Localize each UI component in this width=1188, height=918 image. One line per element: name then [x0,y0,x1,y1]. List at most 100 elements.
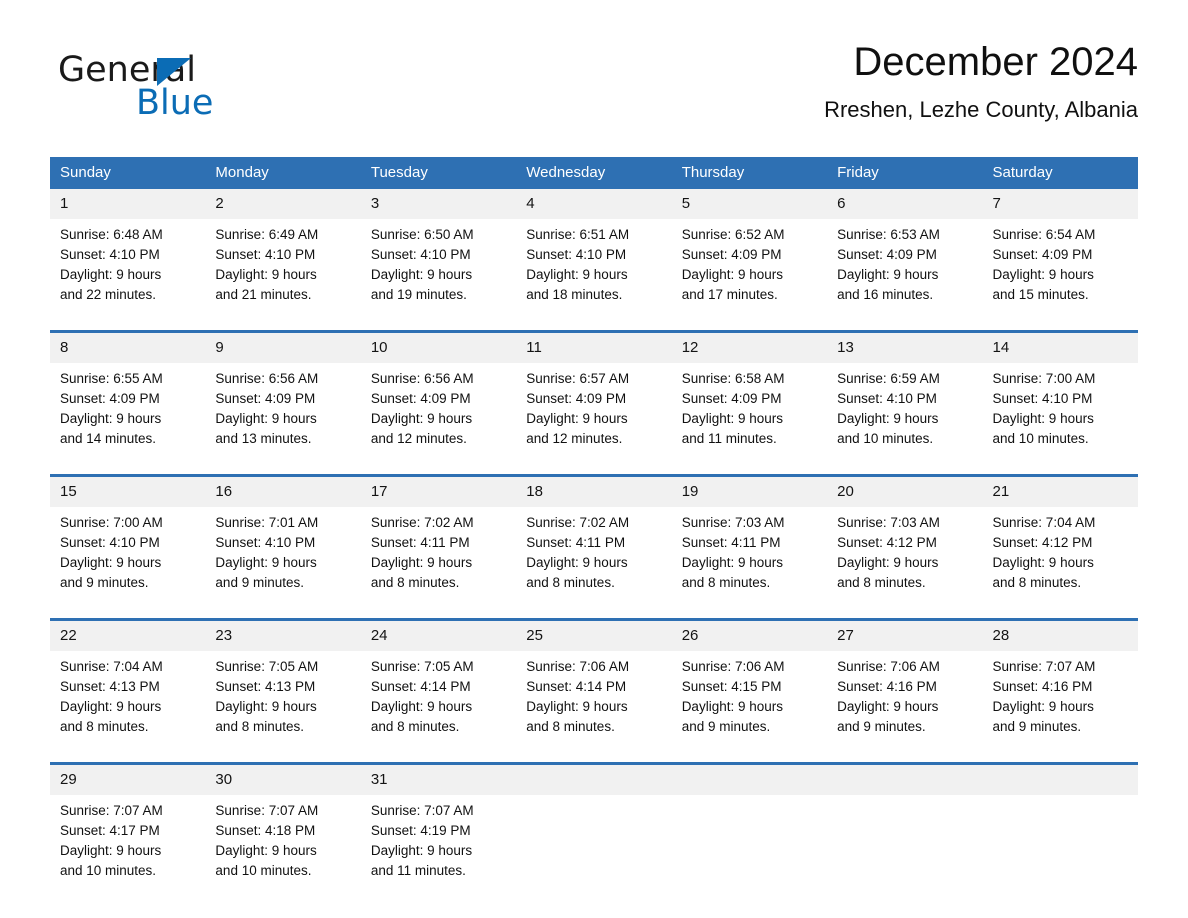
day-sun-info: Sunrise: 7:05 AM Sunset: 4:14 PM Daylight:… [361,651,516,737]
daylight-text-line1: Daylight: 9 hours [526,411,628,426]
sunset-text: Sunset: 4:10 PM [526,247,627,262]
calendar-day-cell[interactable]: 1 Sunrise: 6:48 AM Sunset: 4:10 PM Daylight… [50,189,206,319]
day-number: 11 [516,333,672,363]
day-sun-info: Sunrise: 7:05 AM Sunset: 4:13 PM Daylight:… [205,651,360,737]
daylight-text-line2: and 8 minutes. [526,575,615,590]
sunrise-text: Sunrise: 6:48 AM [60,227,163,242]
daylight-text-line1: Daylight: 9 hours [60,267,162,282]
day-sun-info: Sunrise: 7:07 AM Sunset: 4:18 PM Daylight:… [205,795,360,881]
calendar-day-cell[interactable]: 27 Sunrise: 7:06 AM Sunset: 4:16 PM Dayligh… [827,621,983,751]
calendar-day-cell[interactable]: 2 Sunrise: 6:49 AM Sunset: 4:10 PM Daylight… [205,189,361,319]
sunset-text: Sunset: 4:10 PM [60,247,160,262]
weekday-header-tuesday: Tuesday [370,164,428,181]
day-sun-info: Sunrise: 7:01 AM Sunset: 4:10 PM Daylight:… [205,507,360,593]
calendar-day-cell[interactable]: 23 Sunrise: 7:05 AM Sunset: 4:13 PM Dayligh… [205,621,361,751]
day-number: 20 [827,477,983,507]
day-sun-info: Sunrise: 7:02 AM Sunset: 4:11 PM Daylight:… [361,507,516,593]
calendar-day-cell[interactable]: 9 Sunrise: 6:56 AM Sunset: 4:09 PM Daylight… [205,333,361,463]
sunset-text: Sunset: 4:14 PM [526,679,627,694]
daylight-text-line2: and 8 minutes. [681,575,771,590]
daylight-text-line1: Daylight: 9 hours [60,843,162,858]
daylight-text-line2: and 10 minutes. [992,431,1089,446]
sunset-text: Sunset: 4:19 PM [370,823,471,838]
sunset-text: Sunset: 4:11 PM [370,535,470,550]
sunset-text: Sunset: 4:13 PM [60,679,160,694]
sunset-text: Sunset: 4:14 PM [370,679,471,694]
day-number: 1 [50,189,206,219]
daylight-text-line1: Daylight: 9 hours [370,555,473,570]
day-number: 7 [982,189,1138,219]
day-number: 8 [50,333,206,363]
calendar-day-cell[interactable]: 12 Sunrise: 6:58 AM Sunset: 4:09 PM Dayligh… [671,333,828,463]
daylight-text-line1: Daylight: 9 hours [837,267,939,282]
daylight-text-line2: and 9 minutes. [215,575,304,590]
day-sun-info: Sunrise: 7:00 AM Sunset: 4:10 PM Daylight:… [983,363,1138,449]
calendar-day-cell[interactable]: 29 Sunrise: 7:07 AM Sunset: 4:17 PM Dayligh… [50,765,206,895]
day-sun-info [827,795,982,801]
calendar-day-cell[interactable]: 24 Sunrise: 7:05 AM Sunset: 4:14 PM Dayligh… [360,621,517,751]
calendar-day-cell[interactable]: 19 Sunrise: 7:03 AM Sunset: 4:11 PM Dayligh… [671,477,828,607]
calendar-day-cell[interactable]: 17 Sunrise: 7:02 AM Sunset: 4:11 PM Dayligh… [360,477,517,607]
sunrise-text: Sunrise: 6:54 AM [992,227,1096,242]
day-number: 3 [360,189,517,219]
daylight-text-line2: and 17 minutes. [681,287,778,302]
sunrise-text: Sunrise: 7:07 AM [215,803,319,818]
sunset-text: Sunset: 4:10 PM [837,391,937,406]
calendar-day-cell[interactable]: 28 Sunrise: 7:07 AM Sunset: 4:16 PM Dayligh… [982,621,1138,751]
daylight-text-line1: Daylight: 9 hours [681,555,783,570]
sunset-text: Sunset: 4:09 PM [992,247,1093,262]
daylight-text-line1: Daylight: 9 hours [60,699,162,714]
sunrise-text: Sunrise: 7:03 AM [681,515,785,530]
calendar-day-cell[interactable]: 18 Sunrise: 7:02 AM Sunset: 4:11 PM Dayligh… [516,477,672,607]
day-number: 5 [671,189,828,219]
calendar-day-cell[interactable]: 25 Sunrise: 7:06 AM Sunset: 4:14 PM Dayligh… [516,621,672,751]
daylight-text-line2: and 11 minutes. [681,431,777,446]
day-number: 2 [205,189,361,219]
calendar-day-cell[interactable]: 11 Sunrise: 6:57 AM Sunset: 4:09 PM Dayligh… [516,333,672,463]
calendar-day-cell[interactable]: 30 Sunrise: 7:07 AM Sunset: 4:18 PM Dayligh… [205,765,361,895]
calendar-week-row: 1 Sunrise: 6:48 AM Sunset: 4:10 PM Daylight… [50,189,1138,319]
daylight-text-line1: Daylight: 9 hours [681,699,783,714]
calendar-day-cell[interactable]: 16 Sunrise: 7:01 AM Sunset: 4:10 PM Dayligh… [205,477,361,607]
sunset-text: Sunset: 4:10 PM [370,247,471,262]
sunrise-text: Sunrise: 7:07 AM [370,803,474,818]
sunrise-text: Sunrise: 6:56 AM [370,371,474,386]
calendar-day-cell[interactable]: 3 Sunrise: 6:50 AM Sunset: 4:10 PM Daylight… [360,189,517,319]
calendar-day-cell[interactable]: 7 Sunrise: 6:54 AM Sunset: 4:09 PM Daylight… [982,189,1138,319]
day-number: 29 [50,765,206,795]
sunset-text: Sunset: 4:09 PM [60,391,160,406]
sunset-text: Sunset: 4:10 PM [215,535,316,550]
daylight-text-line1: Daylight: 9 hours [992,411,1094,426]
day-sun-info: Sunrise: 7:07 AM Sunset: 4:17 PM Daylight:… [50,795,205,881]
sunrise-text: Sunrise: 7:03 AM [837,515,940,530]
daylight-text-line1: Daylight: 9 hours [370,843,473,858]
calendar-day-cell[interactable]: 20 Sunrise: 7:03 AM Sunset: 4:12 PM Dayligh… [827,477,983,607]
day-sun-info: Sunrise: 6:48 AM Sunset: 4:10 PM Daylight:… [50,219,205,305]
calendar-day-cell[interactable]: 21 Sunrise: 7:04 AM Sunset: 4:12 PM Dayligh… [982,477,1138,607]
daylight-text-line2: and 8 minutes. [837,575,926,590]
sunrise-text: Sunrise: 6:50 AM [370,227,474,242]
calendar-day-cell[interactable]: 10 Sunrise: 6:56 AM Sunset: 4:09 PM Dayligh… [360,333,517,463]
day-sun-info: Sunrise: 7:06 AM Sunset: 4:15 PM Daylight:… [672,651,827,737]
general-blue-logo[interactable]: General Blue [58,50,258,128]
calendar-day-cell[interactable]: 4 Sunrise: 6:51 AM Sunset: 4:10 PM Daylight… [516,189,672,319]
calendar-day-cell[interactable]: 8 Sunrise: 6:55 AM Sunset: 4:09 PM Daylight… [50,333,206,463]
calendar-day-cell[interactable]: 22 Sunrise: 7:04 AM Sunset: 4:13 PM Dayligh… [50,621,206,751]
calendar-day-cell[interactable]: 6 Sunrise: 6:53 AM Sunset: 4:09 PM Daylight… [827,189,983,319]
day-number: 24 [360,621,517,651]
calendar-day-cell[interactable]: 5 Sunrise: 6:52 AM Sunset: 4:09 PM Daylight… [671,189,828,319]
daylight-text-line2: and 16 minutes. [837,287,934,302]
calendar-day-cell-empty [671,765,828,895]
day-sun-info: Sunrise: 7:07 AM Sunset: 4:19 PM Daylight:… [361,795,516,881]
daylight-text-line2: and 9 minutes. [60,575,149,590]
daylight-text-line2: and 19 minutes. [370,287,467,302]
calendar-day-cell[interactable]: 26 Sunrise: 7:06 AM Sunset: 4:15 PM Dayligh… [671,621,828,751]
calendar-day-cell[interactable]: 14 Sunrise: 7:00 AM Sunset: 4:10 PM Dayligh… [982,333,1138,463]
sunrise-text: Sunrise: 6:56 AM [215,371,319,386]
sunrise-text: Sunrise: 7:00 AM [992,371,1096,386]
daylight-text-line2: and 14 minutes. [60,431,157,446]
calendar-day-cell[interactable]: 13 Sunrise: 6:59 AM Sunset: 4:10 PM Dayligh… [827,333,983,463]
calendar-day-cell[interactable]: 15 Sunrise: 7:00 AM Sunset: 4:10 PM Dayligh… [50,477,206,607]
calendar-day-cell[interactable]: 31 Sunrise: 7:07 AM Sunset: 4:19 PM Dayligh… [360,765,517,895]
page-header: General Blue December 2024 Rreshen, Lezh… [50,36,1138,141]
